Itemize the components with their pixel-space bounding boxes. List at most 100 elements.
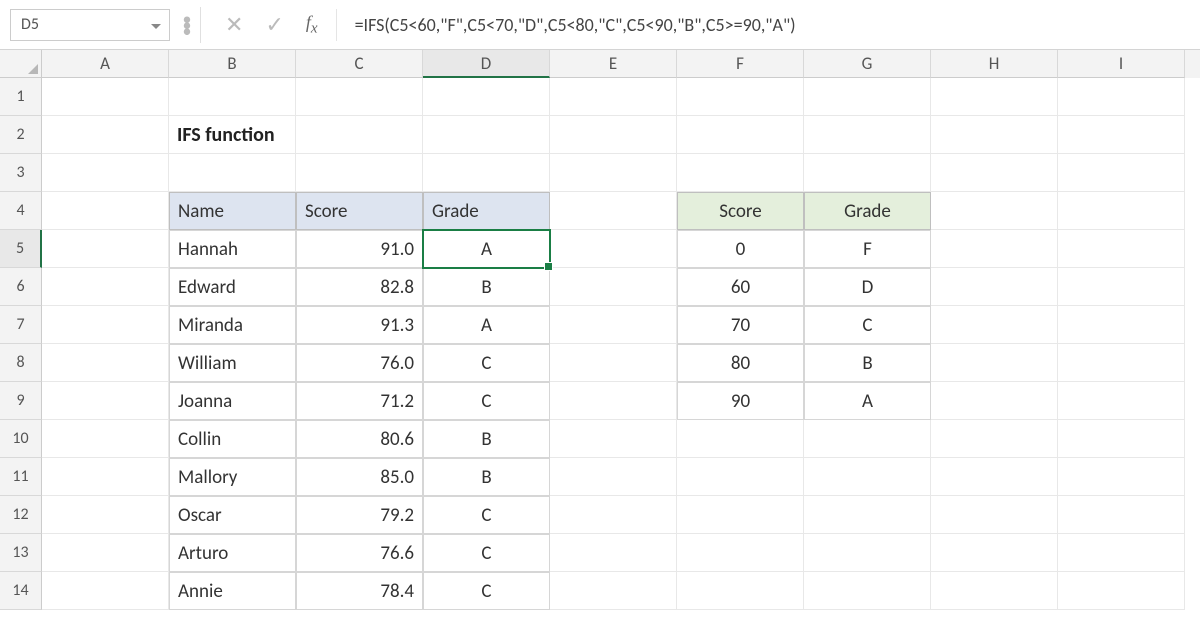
cell-E1[interactable] — [550, 78, 677, 116]
select-all-triangle[interactable] — [0, 50, 42, 78]
cell-A10[interactable] — [42, 420, 169, 458]
cell-I3[interactable] — [1058, 154, 1185, 192]
cell-D6[interactable]: B — [423, 268, 550, 306]
cell-B2[interactable]: IFS function — [169, 116, 296, 154]
cell-H8[interactable] — [931, 344, 1058, 382]
name-box[interactable]: D5 — [10, 9, 170, 41]
cell-H14[interactable] — [931, 572, 1058, 610]
cell-E4[interactable] — [550, 192, 677, 230]
cell-H7[interactable] — [931, 306, 1058, 344]
cell-A2[interactable] — [42, 116, 169, 154]
cell-H4[interactable] — [931, 192, 1058, 230]
cell-A6[interactable] — [42, 268, 169, 306]
column-header-A[interactable]: A — [42, 50, 169, 78]
cancel-formula-icon[interactable]: ✕ — [225, 11, 243, 38]
accept-formula-icon[interactable]: ✓ — [265, 11, 283, 38]
cell-B4[interactable]: Name — [169, 192, 296, 230]
cell-F9[interactable]: 90 — [677, 382, 804, 420]
cell-H3[interactable] — [931, 154, 1058, 192]
cell-G6[interactable]: D — [804, 268, 931, 306]
cell-A13[interactable] — [42, 534, 169, 572]
cell-F12[interactable] — [677, 496, 804, 534]
cell-B14[interactable]: Annie — [169, 572, 296, 610]
cell-G9[interactable]: A — [804, 382, 931, 420]
cell-D9[interactable]: C — [423, 382, 550, 420]
cell-D12[interactable]: C — [423, 496, 550, 534]
cell-F4[interactable]: Score — [677, 192, 804, 230]
row-header-2[interactable]: 2 — [0, 116, 42, 154]
cell-D2[interactable] — [423, 116, 550, 154]
row-header-10[interactable]: 10 — [0, 420, 42, 458]
cell-G13[interactable] — [804, 534, 931, 572]
cell-I6[interactable] — [1058, 268, 1185, 306]
cell-F5[interactable]: 0 — [677, 230, 804, 268]
cell-G11[interactable] — [804, 458, 931, 496]
cell-A3[interactable] — [42, 154, 169, 192]
cell-I12[interactable] — [1058, 496, 1185, 534]
cell-I10[interactable] — [1058, 420, 1185, 458]
cell-I11[interactable] — [1058, 458, 1185, 496]
cell-H1[interactable] — [931, 78, 1058, 116]
cell-G5[interactable]: F — [804, 230, 931, 268]
cell-D4[interactable]: Grade — [423, 192, 550, 230]
cell-D7[interactable]: A — [423, 306, 550, 344]
column-header-D[interactable]: D — [423, 50, 550, 78]
cell-F10[interactable] — [677, 420, 804, 458]
cell-H6[interactable] — [931, 268, 1058, 306]
cell-H10[interactable] — [931, 420, 1058, 458]
cell-E9[interactable] — [550, 382, 677, 420]
cell-F8[interactable]: 80 — [677, 344, 804, 382]
column-header-F[interactable]: F — [677, 50, 804, 78]
row-header-9[interactable]: 9 — [0, 382, 42, 420]
cell-C11[interactable]: 85.0 — [296, 458, 423, 496]
cell-D13[interactable]: C — [423, 534, 550, 572]
cell-B5[interactable]: Hannah — [169, 230, 296, 268]
cell-D10[interactable]: B — [423, 420, 550, 458]
cell-A7[interactable] — [42, 306, 169, 344]
cell-E2[interactable] — [550, 116, 677, 154]
cell-I7[interactable] — [1058, 306, 1185, 344]
cell-A11[interactable] — [42, 458, 169, 496]
cell-H9[interactable] — [931, 382, 1058, 420]
column-header-H[interactable]: H — [931, 50, 1058, 78]
cell-E11[interactable] — [550, 458, 677, 496]
row-header-6[interactable]: 6 — [0, 268, 42, 306]
cell-C9[interactable]: 71.2 — [296, 382, 423, 420]
cell-B6[interactable]: Edward — [169, 268, 296, 306]
cell-C3[interactable] — [296, 154, 423, 192]
cell-I5[interactable] — [1058, 230, 1185, 268]
cell-H13[interactable] — [931, 534, 1058, 572]
cell-I14[interactable] — [1058, 572, 1185, 610]
cell-C4[interactable]: Score — [296, 192, 423, 230]
cell-F2[interactable] — [677, 116, 804, 154]
cell-G10[interactable] — [804, 420, 931, 458]
cell-B1[interactable] — [169, 78, 296, 116]
cell-D5[interactable]: A — [423, 230, 550, 268]
cell-A9[interactable] — [42, 382, 169, 420]
cell-B11[interactable]: Mallory — [169, 458, 296, 496]
row-header-8[interactable]: 8 — [0, 344, 42, 382]
cell-A8[interactable] — [42, 344, 169, 382]
row-header-5[interactable]: 5 — [0, 230, 42, 268]
row-header-14[interactable]: 14 — [0, 572, 42, 610]
cell-F13[interactable] — [677, 534, 804, 572]
cell-C10[interactable]: 80.6 — [296, 420, 423, 458]
cell-B9[interactable]: Joanna — [169, 382, 296, 420]
cell-I2[interactable] — [1058, 116, 1185, 154]
cell-B7[interactable]: Miranda — [169, 306, 296, 344]
cell-G1[interactable] — [804, 78, 931, 116]
row-header-3[interactable]: 3 — [0, 154, 42, 192]
cell-F6[interactable]: 60 — [677, 268, 804, 306]
cell-H5[interactable] — [931, 230, 1058, 268]
cell-G7[interactable]: C — [804, 306, 931, 344]
cell-H2[interactable] — [931, 116, 1058, 154]
cell-H11[interactable] — [931, 458, 1058, 496]
cell-E10[interactable] — [550, 420, 677, 458]
cell-A12[interactable] — [42, 496, 169, 534]
cell-C13[interactable]: 76.6 — [296, 534, 423, 572]
cell-I1[interactable] — [1058, 78, 1185, 116]
cell-H12[interactable] — [931, 496, 1058, 534]
cell-C2[interactable] — [296, 116, 423, 154]
column-header-G[interactable]: G — [804, 50, 931, 78]
cell-C12[interactable]: 79.2 — [296, 496, 423, 534]
